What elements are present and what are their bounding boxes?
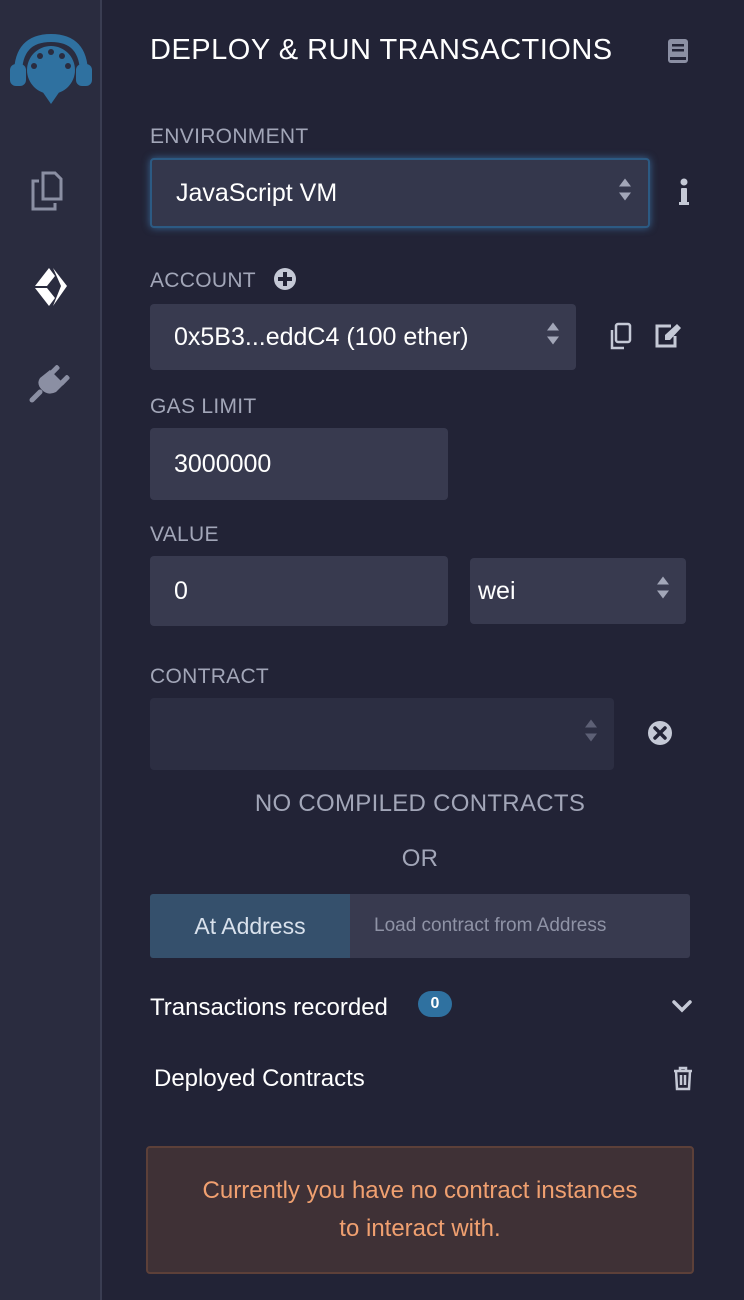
select-arrows-icon — [546, 321, 560, 354]
no-instances-message-line1: Currently you have no contract instances — [202, 1177, 638, 1204]
account-value: 0x5B3...eddC4 (100 ether) — [174, 322, 469, 351]
environment-value: JavaScript VM — [176, 178, 338, 207]
environment-label: ENVIRONMENT — [150, 125, 309, 148]
value-unit: wei — [478, 576, 516, 605]
contract-select[interactable] — [150, 698, 614, 770]
account-select[interactable]: 0x5B3...eddC4 (100 ether) — [150, 304, 576, 370]
select-arrows-icon — [618, 177, 632, 210]
gas-limit-label: GAS LIMIT — [150, 395, 257, 418]
file-explorer-icon[interactable] — [0, 168, 102, 214]
value-amount: 0 — [174, 576, 188, 605]
select-arrows-icon — [584, 718, 598, 751]
chevron-down-icon[interactable] — [670, 994, 694, 1018]
deployed-contracts-label: Deployed Contracts — [154, 1065, 365, 1092]
load-contract-address-input[interactable]: Load contract from Address — [350, 894, 690, 958]
environment-select[interactable]: JavaScript VM — [150, 158, 650, 228]
deploy-run-panel: DEPLOY & RUN TRANSACTIONS ENVIRONMENT Ja… — [104, 0, 744, 1300]
no-instances-message-line2: to interact with. — [339, 1215, 501, 1242]
transactions-recorded-label[interactable]: Transactions recorded — [150, 994, 388, 1022]
account-label: ACCOUNT — [150, 269, 256, 292]
gas-limit-value: 3000000 — [174, 449, 272, 478]
value-unit-select[interactable]: wei — [470, 558, 686, 624]
remix-logo-icon[interactable] — [0, 30, 102, 110]
value-label: VALUE — [150, 523, 219, 546]
documentation-book-icon[interactable] — [664, 36, 692, 66]
panel-title: DEPLOY & RUN TRANSACTIONS — [150, 34, 613, 66]
transactions-count-badge: 0 — [418, 991, 452, 1017]
edit-account-icon[interactable] — [652, 320, 684, 352]
or-separator-text: OR — [401, 845, 439, 872]
value-input[interactable]: 0 — [150, 556, 448, 626]
contract-label: CONTRACT — [150, 665, 270, 688]
select-arrows-icon — [656, 575, 670, 608]
deploy-run-icon[interactable] — [0, 262, 102, 312]
copy-address-icon[interactable] — [606, 320, 634, 352]
trash-icon[interactable] — [670, 1064, 696, 1092]
gas-limit-input[interactable]: 3000000 — [150, 428, 448, 500]
no-instances-alert: Currently you have no contract instances… — [146, 1146, 694, 1274]
at-address-group: At Address Load contract from Address — [150, 894, 690, 958]
at-address-button[interactable]: At Address — [150, 894, 350, 958]
info-icon[interactable] — [672, 174, 696, 210]
add-account-icon[interactable] — [272, 266, 298, 292]
no-compiled-contracts-text: NO COMPILED CONTRACTS — [254, 790, 586, 817]
clear-contract-icon[interactable] — [646, 719, 674, 747]
plugin-manager-icon[interactable] — [0, 358, 102, 408]
icon-sidebar — [0, 0, 102, 1300]
